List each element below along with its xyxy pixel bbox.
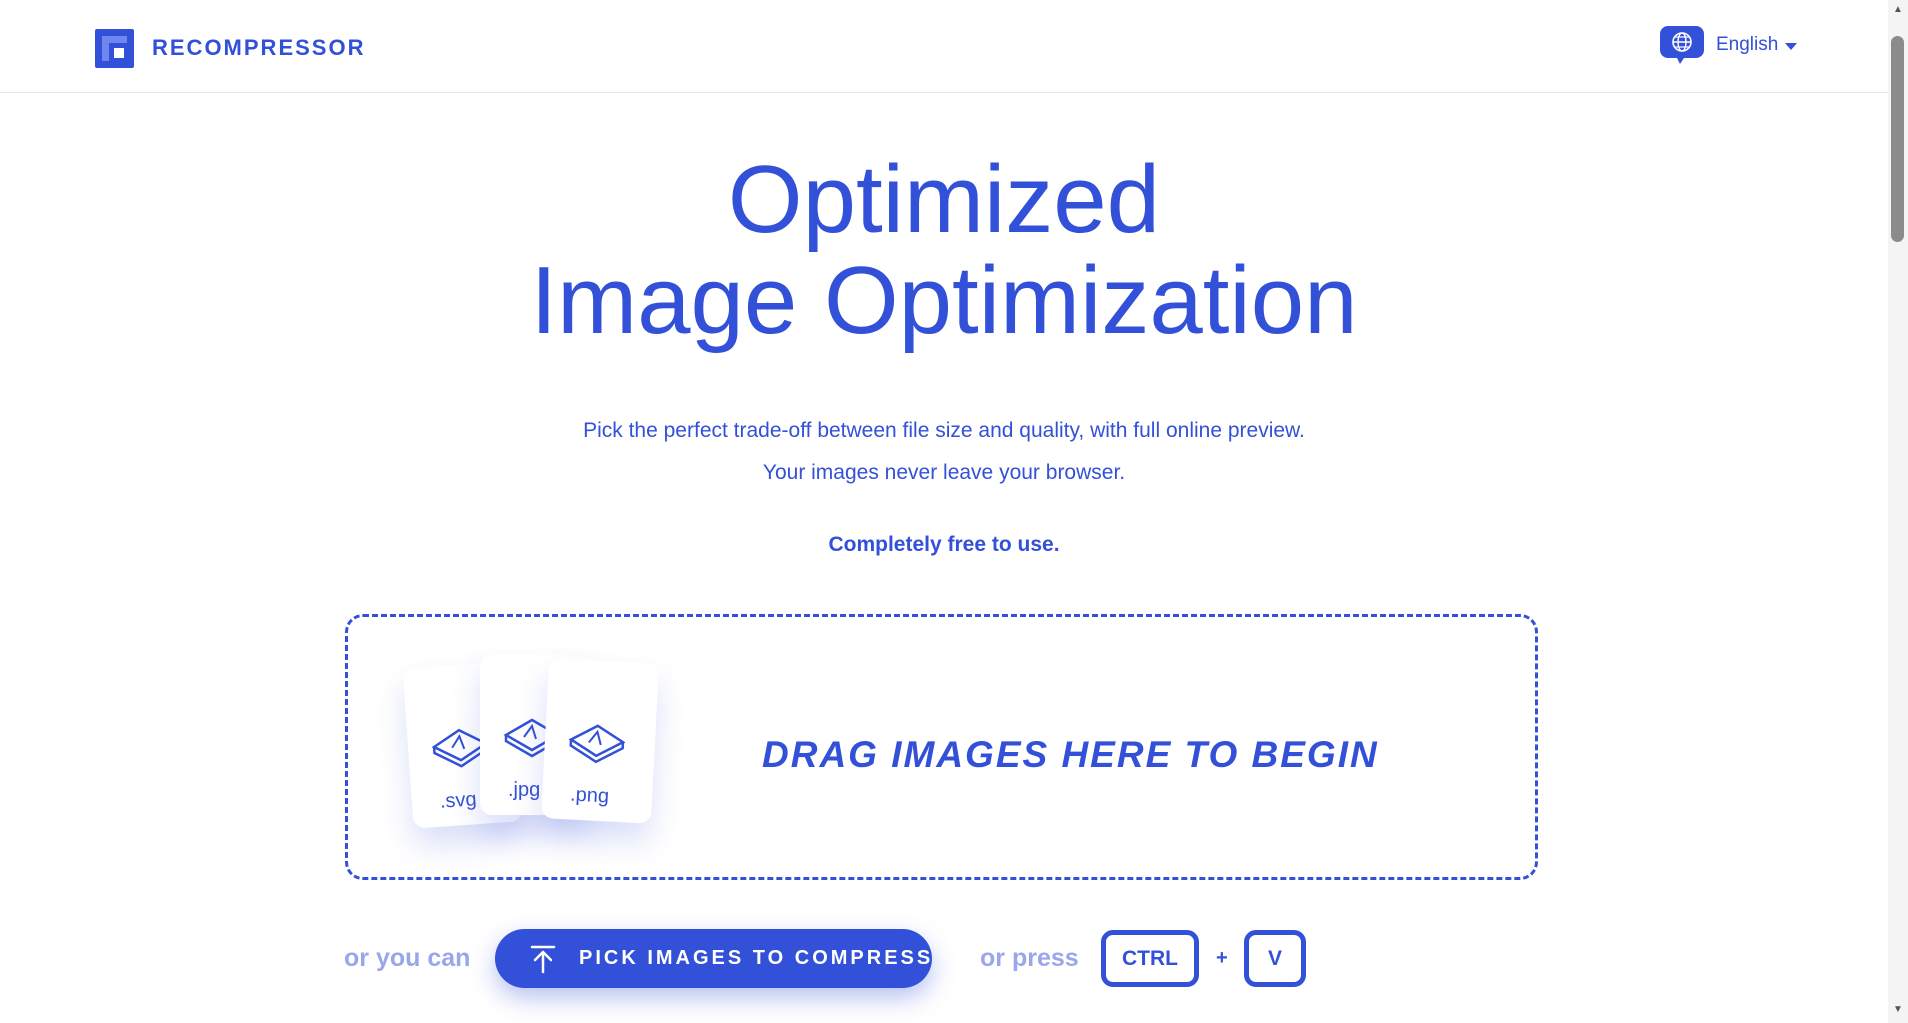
drag-prompt: DRAG IMAGES HERE TO BEGIN [762, 734, 1379, 775]
scroll-up-arrow-icon[interactable]: ▲ [1893, 4, 1903, 15]
language-label: English [1716, 34, 1779, 55]
logo-icon[interactable] [95, 29, 134, 68]
hero-title: Optimized Image Optimization [0, 150, 1888, 352]
file-extension: .jpg [508, 779, 541, 801]
file-extension: .svg [439, 788, 478, 813]
or-you-can-label: or you can [344, 944, 471, 972]
ctrl-key: CTRL [1101, 930, 1199, 987]
file-extension: .png [569, 783, 610, 808]
file-illustration: .svg .jpg .png [402, 655, 660, 845]
scrollbar-thumb[interactable] [1891, 36, 1904, 242]
plus-sign: + [1216, 947, 1228, 969]
image-icon [568, 724, 626, 764]
file-card-png: .png [540, 658, 660, 824]
hero-title-line1: Optimized [727, 146, 1161, 253]
or-press-label: or press [980, 944, 1079, 972]
header: RECOMPRESSOR English [0, 0, 1888, 93]
pick-images-label: PICK IMAGES TO COMPRESS [579, 947, 934, 969]
pick-images-button[interactable]: PICK IMAGES TO COMPRESS [495, 929, 932, 988]
v-key: V [1244, 930, 1306, 987]
hero-title-line2: Image Optimization [530, 247, 1358, 354]
upload-icon [530, 945, 556, 974]
caret-down-icon [1785, 43, 1797, 50]
globe-icon [1660, 26, 1704, 64]
scroll-down-arrow-icon[interactable]: ▼ [1893, 1004, 1903, 1015]
brand-name[interactable]: RECOMPRESSOR [152, 35, 365, 61]
free-note: Completely free to use. [828, 533, 1060, 556]
privacy-note: Your images never leave your browser. [762, 461, 1126, 484]
hero-subtitle: Pick the perfect trade-off between file … [583, 419, 1305, 442]
scrollbar[interactable]: ▲ ▼ [1888, 0, 1908, 1023]
drop-zone[interactable]: .svg .jpg .png DRAG IMAGES HERE TO BEGIN [345, 614, 1538, 880]
